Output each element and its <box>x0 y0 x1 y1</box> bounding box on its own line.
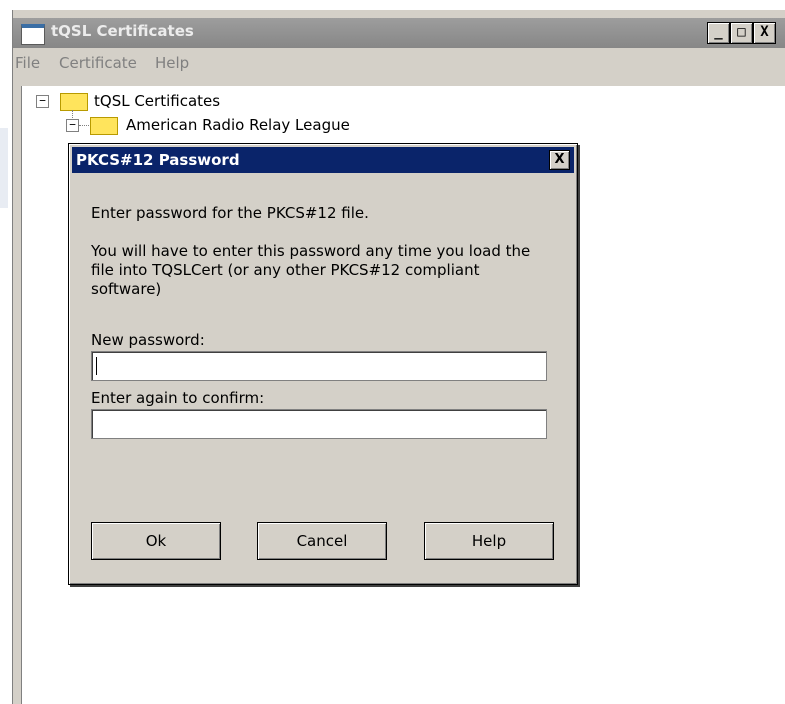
cancel-button[interactable]: Cancel <box>257 522 387 560</box>
help-button[interactable]: Help <box>424 522 554 560</box>
tree-child-label[interactable]: American Radio Relay League <box>126 116 350 134</box>
tree-connector <box>79 125 89 126</box>
minimize-button[interactable]: _ <box>707 22 730 44</box>
confirm-password-label: Enter again to confirm: <box>91 389 265 407</box>
collapse-child-toggle[interactable]: − <box>66 119 79 132</box>
maximize-button[interactable]: □ <box>730 22 753 44</box>
new-password-label: New password: <box>91 331 205 349</box>
background-window-sliver <box>0 128 8 208</box>
new-password-field[interactable] <box>91 351 547 381</box>
tree-root-label[interactable]: tQSL Certificates <box>94 92 220 110</box>
dialog-close-button[interactable]: X <box>549 150 570 170</box>
folder-icon <box>90 117 118 135</box>
dialog-titlebar: PKCS#12 Password X <box>72 147 574 173</box>
close-button[interactable]: X <box>753 22 776 44</box>
ok-button[interactable]: Ok <box>91 522 221 560</box>
pkcs12-password-dialog: PKCS#12 Password X Enter password for th… <box>68 143 578 585</box>
menu-help[interactable]: Help <box>155 54 189 72</box>
folder-icon <box>60 93 88 111</box>
dialog-notice-text: You will have to enter this password any… <box>91 242 531 298</box>
menu-file[interactable]: File <box>15 54 40 72</box>
dialog-intro-text: Enter password for the PKCS#12 file. <box>91 204 369 222</box>
app-window-icon <box>21 24 45 45</box>
dialog-title: PKCS#12 Password <box>76 151 240 169</box>
main-window-title: tQSL Certificates <box>51 22 194 40</box>
text-caret <box>96 357 97 375</box>
menu-certificate[interactable]: Certificate <box>59 54 137 72</box>
collapse-root-toggle[interactable]: − <box>36 95 49 108</box>
menubar: File Certificate Help <box>13 48 785 78</box>
confirm-password-field[interactable] <box>91 409 547 439</box>
main-titlebar: tQSL Certificates _ □ X <box>13 18 785 48</box>
